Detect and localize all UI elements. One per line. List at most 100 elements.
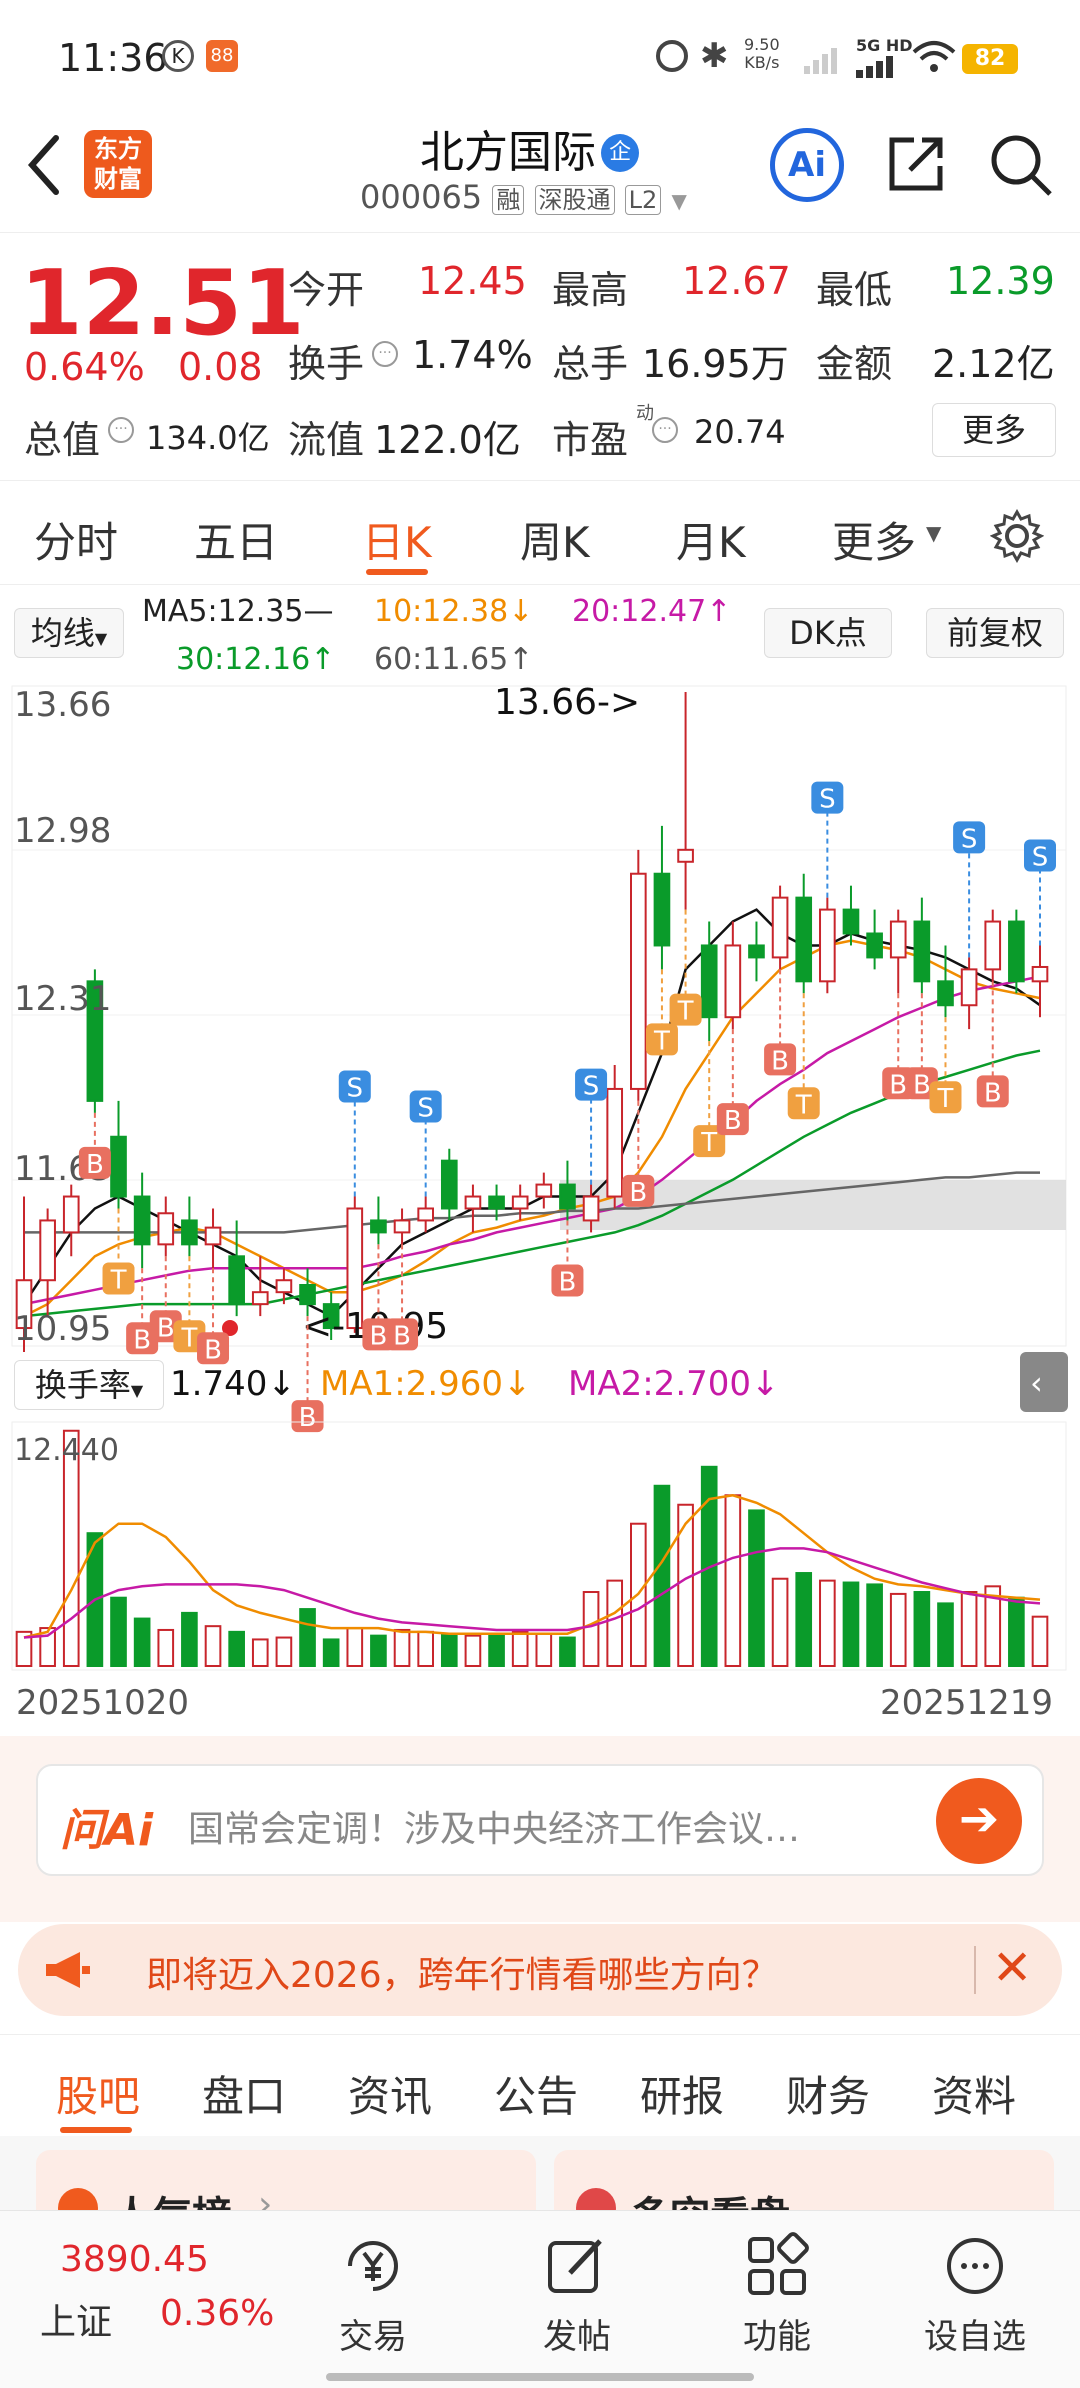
info-icon[interactable]: ···	[108, 417, 134, 443]
settings-gear-icon[interactable]	[990, 509, 1044, 563]
candle-body	[488, 1195, 505, 1210]
indicator-value: 1.740↓	[170, 1364, 296, 1404]
volume-bar	[582, 1591, 600, 1668]
search-icon[interactable]	[988, 132, 1054, 198]
home-indicator	[326, 2373, 754, 2381]
open-label: 今开	[288, 268, 365, 312]
ma-selector-label: 均线	[30, 614, 95, 652]
signal-badge-label: S	[417, 1094, 434, 1124]
tab-weekly-k[interactable]: 周K	[520, 509, 590, 570]
tab-daily-k[interactable]: 日K	[362, 509, 432, 570]
dk-point-button[interactable]: DK点	[764, 608, 892, 658]
volume-bar	[960, 1591, 978, 1668]
kline-chart-area[interactable]: 13.66 12.98 12.31 11.63 10.95 13.66-> <-…	[0, 680, 1080, 1740]
info-icon[interactable]: ···	[652, 417, 678, 443]
status-time: 11:36	[58, 36, 168, 80]
volume-bar	[559, 1636, 576, 1667]
vs-icon	[576, 2188, 616, 2212]
nav-functions[interactable]: 功能	[702, 2231, 852, 2358]
signal-badge-label: B	[559, 1267, 577, 1297]
section-tab-announcements[interactable]: 公告	[494, 2063, 578, 2124]
more-button[interactable]: 更多	[932, 403, 1056, 457]
ma-line-ma20	[23, 975, 1041, 1306]
volume-bar	[464, 1634, 482, 1667]
signal-badge-label: S	[819, 785, 836, 815]
section-tab-research[interactable]: 研报	[640, 2063, 724, 2124]
long-short-card[interactable]: 多空看盘	[554, 2150, 1054, 2212]
section-tab-pankou[interactable]: 盘口	[202, 2063, 286, 2124]
turnover-value: 1.74%	[412, 333, 533, 377]
net-speed-value: 9.50	[744, 35, 780, 54]
mktcap-label: 总值	[24, 418, 101, 462]
section-tab-guba[interactable]: 股吧	[56, 2063, 140, 2124]
volume-label: 总手	[552, 342, 629, 386]
more-caret-icon[interactable]: ▼	[926, 521, 941, 545]
ask-ai-box[interactable]: 问Ai 国常会定调！涉及中央经济工作会议… ➔	[36, 1764, 1044, 1876]
volume-bar	[937, 1602, 954, 1668]
candle-body	[819, 908, 836, 983]
candle-body	[62, 1195, 80, 1234]
popularity-card[interactable]: 人气榜 ›	[36, 2150, 536, 2212]
volume-bar	[393, 1628, 411, 1667]
grid-functions-icon	[748, 2232, 809, 2295]
candle-body	[110, 1135, 127, 1198]
candle-body	[866, 932, 883, 959]
stock-name: 北方国际	[420, 127, 596, 178]
amount-label: 金额	[816, 342, 893, 386]
indicator-selector[interactable]: 换手率▼	[14, 1360, 164, 1410]
volume-bar	[228, 1630, 245, 1668]
indicator-ma1: MA1:2.960↓	[320, 1364, 532, 1404]
stock-code: 000065	[360, 178, 483, 216]
caret-down-icon[interactable]: ▼	[671, 189, 686, 213]
active-section-indicator	[60, 2127, 132, 2133]
ma-selector[interactable]: 均线▼	[14, 608, 124, 658]
share-icon[interactable]	[884, 132, 948, 196]
tag-rong: 融	[492, 185, 525, 215]
volume-value: 16.95万	[642, 342, 789, 386]
ma-line-ma5	[22, 908, 1041, 1318]
popularity-icon	[58, 2188, 98, 2212]
volume-bar	[440, 1632, 458, 1668]
signal-badge-label: B	[629, 1178, 647, 1208]
signal-badge-label: B	[984, 1078, 1002, 1108]
index-name: 上证	[40, 2302, 113, 2343]
candle-body	[1008, 920, 1025, 983]
banner-close-icon[interactable]: ✕	[992, 1940, 1032, 1996]
x-end-label: 20251219	[880, 1683, 1053, 1723]
section-tab-finance[interactable]: 财务	[786, 2063, 870, 2124]
candle-body	[133, 1195, 151, 1246]
back-arrow-icon[interactable]	[24, 132, 64, 198]
signal-strong-icon	[856, 56, 893, 78]
tab-five-day[interactable]: 五日	[194, 509, 278, 570]
candle-body	[677, 848, 694, 863]
nav-functions-label: 功能	[743, 2317, 811, 2357]
announcement-banner[interactable]: 即将迈入2026，跨年行情看哪些方向？ ✕	[18, 1924, 1062, 2016]
ai-button[interactable]: Ai	[770, 128, 844, 202]
tab-intraday[interactable]: 分时	[34, 509, 118, 570]
ma20-value: 20:12.47↑	[572, 594, 732, 629]
ask-ai-text: 国常会定调！涉及中央经济工作会议…	[188, 1809, 801, 1850]
tab-monthly-k[interactable]: 月K	[676, 509, 746, 570]
adjust-button[interactable]: 前复权	[926, 608, 1064, 658]
section-tab-news[interactable]: 资讯	[348, 2063, 432, 2124]
signal-badge-label: T	[937, 1084, 954, 1114]
nav-post[interactable]: 发帖	[502, 2231, 652, 2358]
nav-trade-label: 交易	[339, 2317, 407, 2357]
alarm-icon	[656, 40, 688, 72]
info-icon[interactable]: ···	[372, 341, 398, 367]
period-tabs: 分时 五日 日K 周K 月K 更多 ▼	[0, 480, 1080, 585]
nav-watchlist[interactable]: 设自选	[900, 2231, 1050, 2358]
app-logo: 东方 财富	[84, 130, 152, 198]
signal-badge-label: B	[369, 1321, 387, 1351]
nav-trade[interactable]: 交易	[298, 2231, 448, 2358]
tab-more[interactable]: 更多	[832, 509, 916, 570]
company-badge: 企	[601, 134, 640, 172]
net-speed-unit: KB/s	[744, 53, 780, 72]
section-tab-profile[interactable]: 资料	[932, 2063, 1016, 2124]
candle-body	[535, 1183, 553, 1198]
bottom-nav: 3890.45 上证 0.36% 交易 发帖 功能 设自选	[0, 2210, 1080, 2388]
ask-ai-submit-arrow-icon[interactable]: ➔	[936, 1778, 1022, 1864]
signal-badge-label: B	[393, 1321, 411, 1351]
long-short-title: 多空看盘	[630, 2184, 790, 2212]
low-label: 最低	[816, 268, 893, 312]
